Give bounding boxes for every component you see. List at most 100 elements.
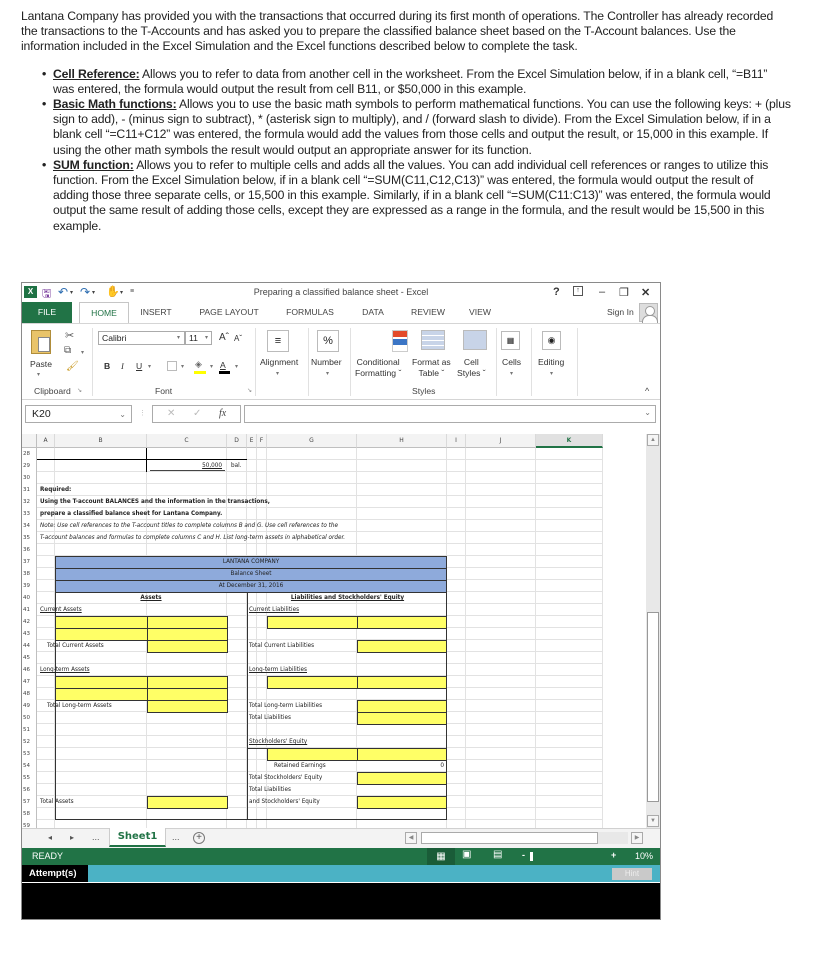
total-current-liabilities-label[interactable]: Total Current Liabilities [249, 640, 314, 652]
row-header-58[interactable]: 58 [22, 808, 37, 820]
vertical-scrollbar[interactable]: ▲ ▼ [646, 434, 660, 828]
tab-page-layout[interactable]: PAGE LAYOUT [192, 302, 266, 323]
row-header-44[interactable]: 44 [22, 640, 37, 652]
cells-icon[interactable]: ▦ [501, 331, 520, 350]
paste-button[interactable]: Paste [30, 359, 52, 370]
input-cell-h42[interactable] [357, 616, 447, 629]
input-cell-c44[interactable] [147, 640, 228, 653]
tab-file[interactable]: FILE [22, 302, 72, 323]
row-header-34[interactable]: 34 [22, 520, 37, 532]
cancel-icon[interactable]: ✕ [167, 406, 175, 422]
row-header-46[interactable]: 46 [22, 664, 37, 676]
cell-b35[interactable]: T-account balances and formulas to compl… [40, 532, 345, 544]
input-cell-c57[interactable] [147, 796, 228, 809]
row-header-53[interactable]: 53 [22, 748, 37, 760]
borders-icon[interactable] [167, 361, 177, 371]
row-header-56[interactable]: 56 [22, 784, 37, 796]
tab-data[interactable]: DATA [355, 302, 391, 323]
row-header-57[interactable]: 57 [22, 796, 37, 808]
row-header-37[interactable]: 37 [22, 556, 37, 568]
cells-button[interactable]: Cells [502, 357, 521, 368]
row-header-28[interactable]: 28 [22, 448, 37, 460]
font-color-button[interactable]: A [220, 360, 226, 371]
conditional-formatting-icon[interactable] [392, 330, 408, 352]
paste-dropdown-icon[interactable]: ▾ [37, 371, 40, 378]
clipboard-launcher-icon[interactable]: ↘ [77, 387, 82, 394]
input-cell-c49[interactable] [147, 700, 228, 713]
prev-sheet-icon[interactable]: ◂ [48, 833, 52, 842]
row-header-52[interactable]: 52 [22, 736, 37, 748]
format-as-table-button[interactable]: Format as Table ˇ [412, 357, 451, 379]
worksheet-grid[interactable]: A B C D E F G H I J K 28 29 30 31 32 33 34 35 36 37 38 39 40 41 4… [22, 434, 646, 832]
enter-icon[interactable]: ✓ [193, 406, 201, 422]
row-header-30[interactable]: 30 [22, 472, 37, 484]
underline-button[interactable]: U [136, 361, 142, 372]
long-term-assets-label[interactable]: Long-term Assets [40, 664, 90, 676]
vertical-scroll-thumb[interactable] [647, 612, 659, 802]
font-size-select[interactable]: 11 ▾ [185, 331, 212, 345]
name-box[interactable]: K20 ⌄ [25, 405, 132, 423]
input-cell-b43[interactable] [55, 628, 148, 641]
copy-dropdown-icon[interactable]: ▾ [81, 349, 84, 356]
cell-c29[interactable]: 50,000 [150, 460, 222, 472]
more-sheets-left[interactable]: ... [92, 832, 100, 842]
total-liabilities-equity-label-2[interactable]: and Stockholders' Equity [249, 796, 320, 808]
scroll-up-icon[interactable]: ▲ [647, 434, 659, 446]
font-name-select[interactable]: Calibri ▾ [98, 331, 185, 345]
restore-icon[interactable]: ❐ [619, 286, 629, 299]
page-break-view-icon[interactable]: ▤ [493, 849, 502, 860]
row-header-41[interactable]: 41 [22, 604, 37, 616]
cell-b31[interactable]: Required: [40, 484, 71, 496]
paste-icon[interactable] [31, 330, 51, 354]
current-assets-label[interactable]: Current Assets [40, 604, 82, 616]
scroll-down-icon[interactable]: ▼ [647, 815, 659, 827]
input-cell-h55[interactable] [357, 772, 447, 785]
alignment-button[interactable]: Alignment [260, 357, 298, 368]
input-cell-h44[interactable] [357, 640, 447, 653]
cell-b33[interactable]: prepare a classified balance sheet for L… [40, 508, 222, 520]
column-header-j[interactable]: J [466, 434, 536, 448]
number-button[interactable]: Number [311, 357, 342, 368]
total-long-term-liabilities-label[interactable]: Total Long-term Liabilities [249, 700, 322, 712]
input-cell-g42[interactable] [267, 616, 358, 629]
tab-insert[interactable]: INSERT [132, 302, 180, 323]
input-cell-h47[interactable] [357, 676, 447, 689]
collapse-ribbon-icon[interactable]: ^ [645, 386, 649, 396]
font-color-dropdown-icon[interactable]: ▾ [235, 363, 238, 370]
liabilities-equity-heading[interactable]: Liabilities and Stockholders' Equity [248, 592, 447, 604]
scroll-left-icon[interactable]: ◀ [405, 832, 417, 844]
row-header-55[interactable]: 55 [22, 772, 37, 784]
horizontal-scroll-track[interactable] [598, 832, 628, 844]
column-header-i[interactable]: I [447, 434, 466, 448]
italic-button[interactable]: I [121, 361, 124, 372]
tab-review[interactable]: REVIEW [406, 302, 450, 323]
column-header-h[interactable]: H [357, 434, 447, 448]
more-sheets-right[interactable]: ... [172, 832, 180, 842]
zoom-out-button[interactable]: - [522, 850, 525, 860]
new-sheet-button[interactable]: + [193, 832, 205, 844]
sign-in-link[interactable]: Sign In [607, 307, 634, 317]
input-cell-h53[interactable] [357, 748, 447, 761]
alignment-icon[interactable]: ≡ [267, 330, 289, 352]
row-header-51[interactable]: 51 [22, 724, 37, 736]
row-header-39[interactable]: 39 [22, 580, 37, 592]
tab-view[interactable]: VIEW [464, 302, 496, 323]
column-header-c[interactable]: C [147, 434, 227, 448]
conditional-formatting-button[interactable]: Conditional Formatting ˇ [355, 357, 401, 379]
input-cell-b48[interactable] [55, 688, 148, 701]
column-header-a[interactable]: A [37, 434, 55, 448]
column-header-k[interactable]: K [536, 434, 603, 448]
retained-earnings-value[interactable]: 0 [362, 760, 444, 772]
expand-formula-icon[interactable]: ⌄ [644, 408, 651, 417]
row-header-29[interactable]: 29 [22, 460, 37, 472]
row-header-43[interactable]: 43 [22, 628, 37, 640]
drag-handle-icon[interactable]: ⋮ [139, 409, 146, 417]
cells-dropdown-icon[interactable]: ▾ [510, 370, 513, 377]
row-header-32[interactable]: 32 [22, 496, 37, 508]
tab-home[interactable]: HOME [79, 302, 129, 323]
input-cell-g53[interactable] [267, 748, 358, 761]
total-liabilities-label[interactable]: Total Liabilities [249, 712, 291, 724]
tab-formulas[interactable]: FORMULAS [280, 302, 340, 323]
user-avatar-icon[interactable] [639, 303, 658, 324]
font-launcher-icon[interactable]: ↘ [247, 387, 252, 394]
